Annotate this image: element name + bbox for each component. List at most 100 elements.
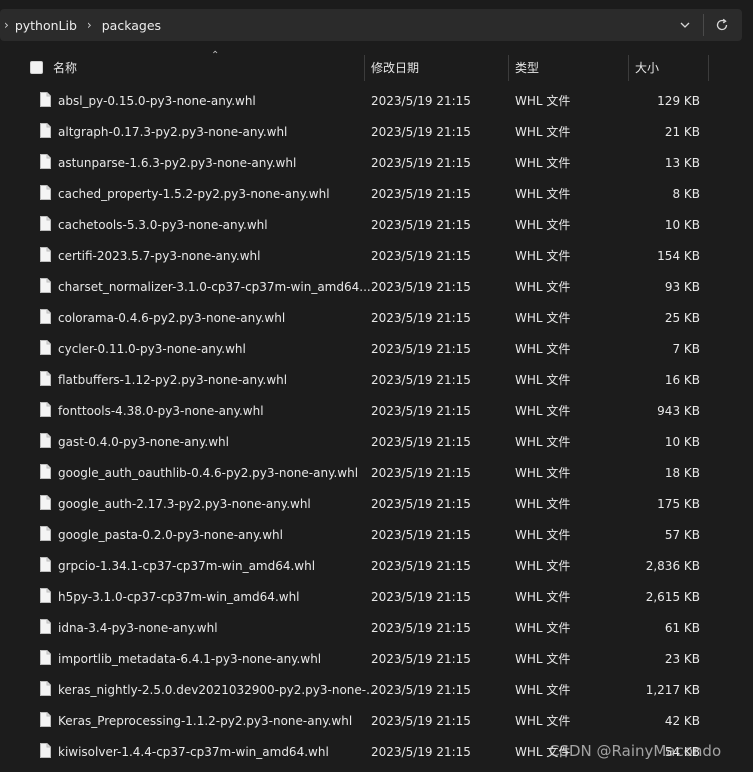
column-divider[interactable] — [508, 55, 509, 81]
chevron-down-icon[interactable] — [671, 11, 699, 39]
breadcrumb-item-packages[interactable]: packages — [102, 18, 161, 33]
file-size: 21 KB — [664, 124, 700, 139]
file-type: WHL 文件 — [515, 218, 571, 232]
column-header-date[interactable]: 修改日期 — [371, 53, 419, 81]
file-date: 2023/5/19 21:15 — [371, 496, 471, 511]
file-date: 2023/5/19 21:15 — [371, 620, 471, 635]
file-icon — [40, 495, 51, 513]
file-row[interactable]: h5py-3.1.0-cp37-cp37m-win_amd64.whl 2023… — [22, 581, 742, 612]
file-icon — [40, 278, 51, 296]
file-row[interactable]: google_pasta-0.2.0-py3-none-any.whl 2023… — [22, 519, 742, 550]
file-size: 25 KB — [664, 310, 700, 325]
file-name: idna-3.4-py3-none-any.whl — [58, 620, 218, 635]
file-name: altgraph-0.17.3-py2.py3-none-any.whl — [58, 124, 288, 139]
file-row[interactable]: astunparse-1.6.3-py2.py3-none-any.whl 20… — [22, 147, 742, 178]
file-date: 2023/5/19 21:15 — [371, 372, 471, 387]
breadcrumb-separator-icon[interactable]: › — [87, 18, 92, 32]
file-type: WHL 文件 — [515, 342, 571, 356]
file-row[interactable]: gast-0.4.0-py3-none-any.whl 2023/5/19 21… — [22, 426, 742, 457]
file-row[interactable]: cachetools-5.3.0-py3-none-any.whl 2023/5… — [22, 209, 742, 240]
address-divider — [703, 14, 704, 36]
file-icon — [40, 433, 51, 451]
file-row[interactable]: altgraph-0.17.3-py2.py3-none-any.whl 202… — [22, 116, 742, 147]
file-size: 10 KB — [664, 217, 700, 232]
watermark-text: CSDN @RainyMacondo — [549, 742, 722, 760]
file-size: 10 KB — [664, 434, 700, 449]
refresh-icon[interactable] — [708, 11, 736, 39]
file-icon — [40, 588, 51, 606]
checkbox-icon[interactable] — [30, 60, 43, 74]
file-size: 2,615 KB — [645, 589, 700, 604]
file-date: 2023/5/19 21:15 — [371, 713, 471, 728]
address-bar[interactable]: › pythonLib › packages — [0, 9, 742, 41]
file-icon — [40, 557, 51, 575]
file-type: WHL 文件 — [515, 714, 571, 728]
breadcrumb-chevron-icon[interactable]: › — [4, 18, 9, 32]
file-name: importlib_metadata-6.4.1-py3-none-any.wh… — [58, 651, 322, 666]
file-row[interactable]: certifi-2023.5.7-py3-none-any.whl 2023/5… — [22, 240, 742, 271]
column-divider[interactable] — [628, 55, 629, 81]
file-size: 1,217 KB — [645, 682, 700, 697]
file-row[interactable]: importlib_metadata-6.4.1-py3-none-any.wh… — [22, 643, 742, 674]
file-size: 2,836 KB — [645, 558, 700, 573]
file-name: absl_py-0.15.0-py3-none-any.whl — [58, 93, 256, 108]
file-row[interactable]: colorama-0.4.6-py2.py3-none-any.whl 2023… — [22, 302, 742, 333]
column-header-name[interactable]: 名称 — [53, 53, 77, 81]
file-name: google_auth_oauthlib-0.4.6-py2.py3-none-… — [58, 465, 359, 480]
file-type: WHL 文件 — [515, 125, 571, 139]
file-icon — [40, 247, 51, 265]
file-row[interactable]: Keras_Preprocessing-1.1.2-py2.py3-none-a… — [22, 705, 742, 736]
file-name: cachetools-5.3.0-py3-none-any.whl — [58, 217, 268, 232]
file-row[interactable]: cached_property-1.5.2-py2.py3-none-any.w… — [22, 178, 742, 209]
file-row[interactable]: flatbuffers-1.12-py2.py3-none-any.whl 20… — [22, 364, 742, 395]
file-name: google_auth-2.17.3-py2.py3-none-any.whl — [58, 496, 311, 511]
file-name: flatbuffers-1.12-py2.py3-none-any.whl — [58, 372, 288, 387]
file-size: 175 KB — [657, 496, 700, 511]
file-size: 154 KB — [657, 248, 700, 263]
file-type: WHL 文件 — [515, 559, 571, 573]
file-icon — [40, 340, 51, 358]
file-icon — [40, 681, 51, 699]
file-row[interactable]: cycler-0.11.0-py3-none-any.whl 2023/5/19… — [22, 333, 742, 364]
file-row[interactable]: idna-3.4-py3-none-any.whl 2023/5/19 21:1… — [22, 612, 742, 643]
file-icon — [40, 712, 51, 730]
column-header-size[interactable]: 大小 — [635, 53, 659, 81]
file-date: 2023/5/19 21:15 — [371, 465, 471, 480]
file-icon — [40, 650, 51, 668]
file-size: 61 KB — [664, 620, 700, 635]
file-type: WHL 文件 — [515, 94, 571, 108]
file-row[interactable]: google_auth-2.17.3-py2.py3-none-any.whl … — [22, 488, 742, 519]
column-header-row: ⌃ 名称 修改日期 类型 大小 — [22, 50, 742, 81]
file-type: WHL 文件 — [515, 404, 571, 418]
file-icon — [40, 154, 51, 172]
file-row[interactable]: absl_py-0.15.0-py3-none-any.whl 2023/5/1… — [22, 85, 742, 116]
file-row[interactable]: keras_nightly-2.5.0.dev2021032900-py2.py… — [22, 674, 742, 705]
file-row[interactable]: google_auth_oauthlib-0.4.6-py2.py3-none-… — [22, 457, 742, 488]
file-type: WHL 文件 — [515, 249, 571, 263]
file-row[interactable]: grpcio-1.34.1-cp37-cp37m-win_amd64.whl 2… — [22, 550, 742, 581]
breadcrumb-item-pythonlib[interactable]: pythonLib — [15, 18, 77, 33]
file-date: 2023/5/19 21:15 — [371, 217, 471, 232]
file-date: 2023/5/19 21:15 — [371, 248, 471, 263]
file-date: 2023/5/19 21:15 — [371, 186, 471, 201]
file-name: gast-0.4.0-py3-none-any.whl — [58, 434, 229, 449]
file-size: 42 KB — [664, 713, 700, 728]
file-icon — [40, 123, 51, 141]
file-icon — [40, 92, 51, 110]
column-divider[interactable] — [708, 55, 709, 81]
file-icon — [40, 216, 51, 234]
file-type: WHL 文件 — [515, 373, 571, 387]
file-row[interactable]: fonttools-4.38.0-py3-none-any.whl 2023/5… — [22, 395, 742, 426]
column-header-type[interactable]: 类型 — [515, 53, 539, 81]
file-type: WHL 文件 — [515, 621, 571, 635]
file-name: h5py-3.1.0-cp37-cp37m-win_amd64.whl — [58, 589, 300, 604]
file-size: 23 KB — [664, 651, 700, 666]
select-all-checkbox[interactable] — [30, 53, 43, 81]
file-name: fonttools-4.38.0-py3-none-any.whl — [58, 403, 264, 418]
file-icon — [40, 309, 51, 327]
file-row[interactable]: charset_normalizer-3.1.0-cp37-cp37m-win_… — [22, 271, 742, 302]
column-divider[interactable] — [364, 55, 365, 81]
file-size: 57 KB — [664, 527, 700, 542]
file-size: 129 KB — [657, 93, 700, 108]
file-date: 2023/5/19 21:15 — [371, 682, 471, 697]
